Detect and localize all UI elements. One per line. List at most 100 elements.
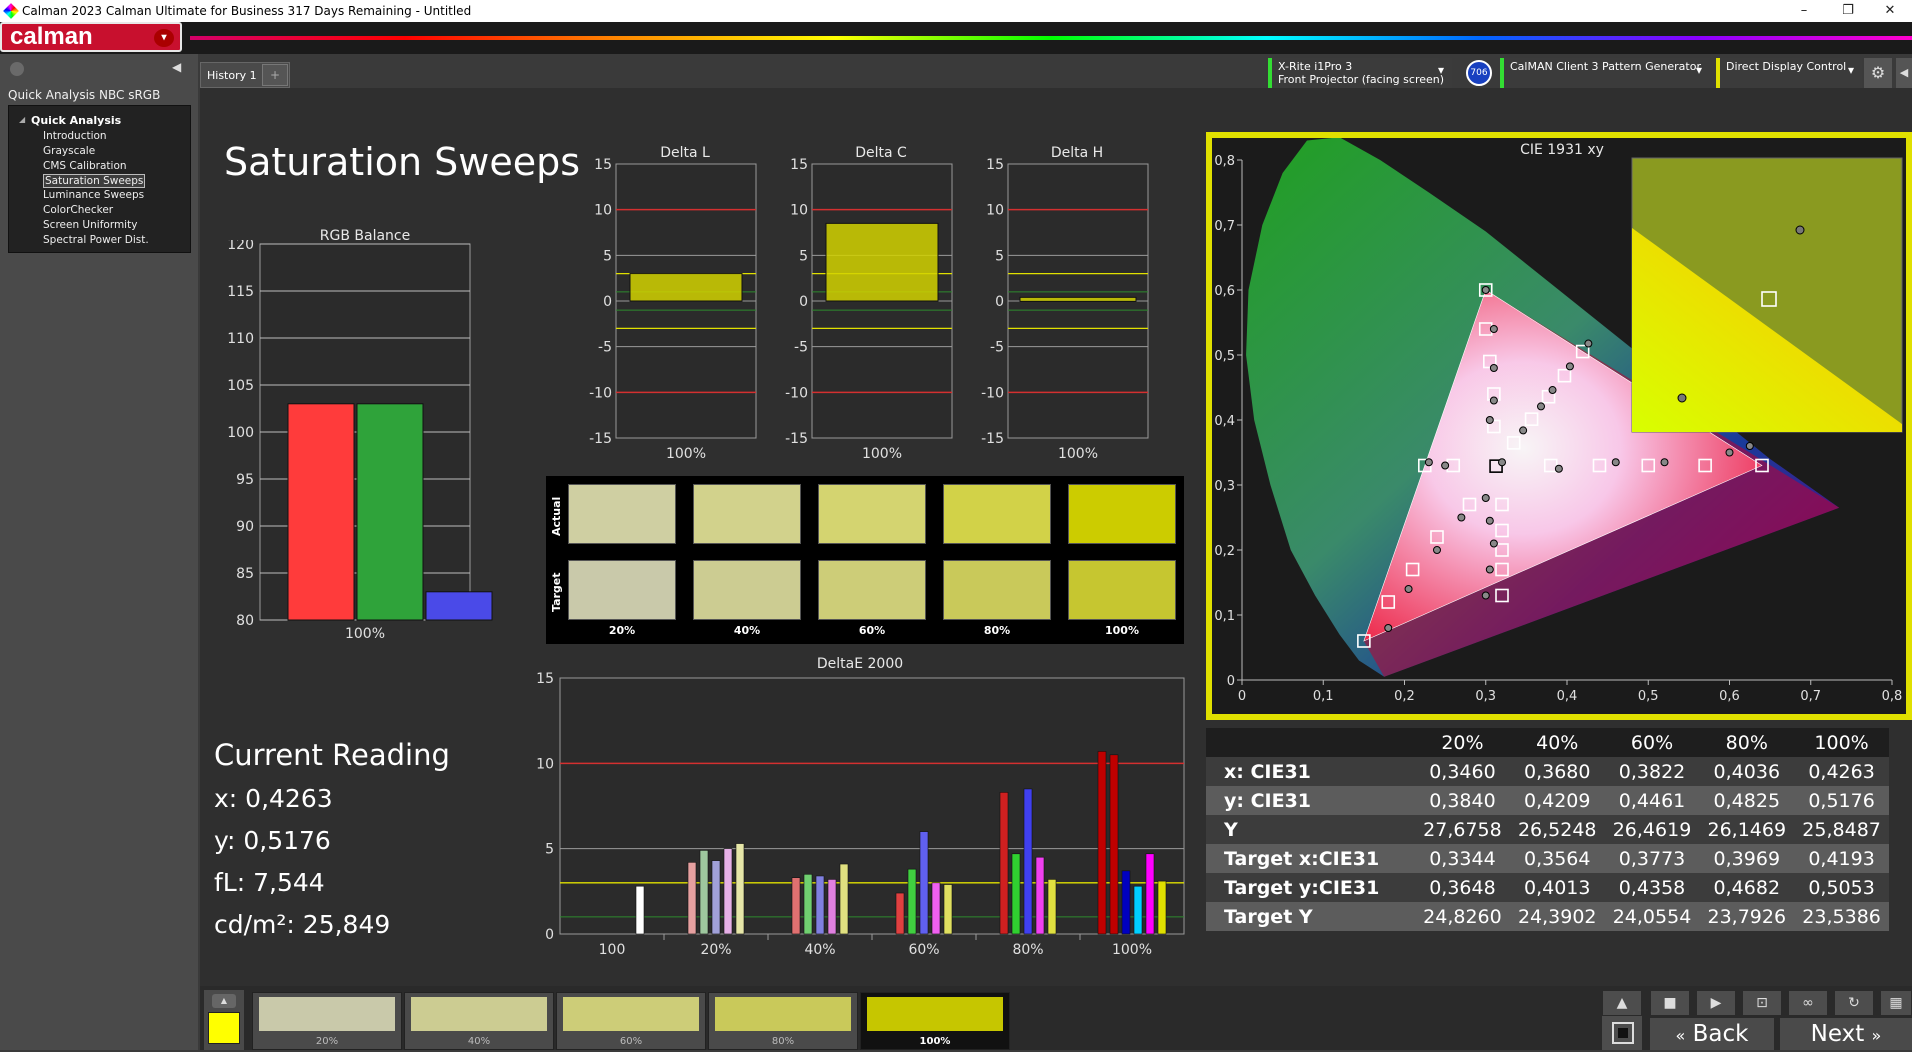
cie-x-tick: 0	[1238, 689, 1246, 704]
meter-selector[interactable]: X-Rite i1Pro 3 Front Projector (facing s…	[1268, 58, 1452, 88]
loop-icon[interactable]: ∞	[1788, 990, 1828, 1016]
cie-measured-point	[1548, 386, 1557, 395]
tree-item-luminance-sweeps[interactable]: Luminance Sweeps	[43, 189, 144, 201]
record-icon[interactable]: ⊡	[1742, 990, 1782, 1016]
close-button[interactable]: ✕	[1868, 0, 1912, 22]
delta-c-y-tick: 10	[790, 203, 808, 219]
settings-gear-icon[interactable]: ⚙	[1864, 58, 1892, 88]
collapse-up-icon[interactable]: ▲	[1602, 990, 1642, 1016]
table-cell: 0,3840	[1415, 786, 1510, 815]
cie-x-tick: 0,7	[1800, 689, 1821, 704]
pattern-dropdown-icon[interactable]: ▾	[1696, 64, 1702, 77]
refresh-icon[interactable]: ↻	[1834, 990, 1874, 1016]
deltae-bar	[699, 850, 709, 935]
deltae-bar	[1109, 754, 1119, 935]
delta-c-x-tick: 100%	[862, 446, 902, 462]
rgb-bar-blue	[425, 591, 493, 621]
tree-item-cms-calibration[interactable]: CMS Calibration	[43, 160, 127, 172]
tree-item-introduction[interactable]: Introduction	[43, 130, 107, 142]
swatch-actual	[818, 484, 926, 544]
calman-logo-text: calman	[10, 23, 93, 50]
swatch-label: 40%	[733, 624, 761, 637]
bottom-patch-tile[interactable]: 40%	[404, 992, 554, 1050]
table-cell: 24,0554	[1604, 902, 1700, 931]
display-dropdown-icon[interactable]: ▾	[1848, 64, 1854, 77]
cie-x-tick: 0,6	[1719, 689, 1740, 704]
back-button[interactable]: « Back	[1650, 1018, 1774, 1050]
deltae-plot-area	[559, 677, 1185, 935]
deltae-x-tick: 100	[599, 942, 626, 958]
delta-h-bar	[1019, 296, 1137, 302]
meter-dropdown-icon[interactable]: ▾	[1438, 64, 1444, 77]
tree-item-screen-uniformity[interactable]: Screen Uniformity	[43, 219, 137, 231]
cie-measured-point	[1481, 591, 1490, 600]
tree-item-grayscale[interactable]: Grayscale	[43, 145, 95, 157]
tree-item-spectral-power[interactable]: Spectral Power Dist.	[43, 234, 149, 246]
cie-measured-point	[1519, 426, 1528, 435]
cie-y-tick: 0	[1227, 674, 1235, 689]
deltae-bar	[999, 792, 1009, 935]
swatch-target	[693, 560, 801, 620]
cie-measured-point	[1611, 458, 1620, 467]
table-header-cell: 80%	[1699, 728, 1795, 757]
cie-measured-point	[1485, 416, 1494, 424]
pin-icon[interactable]	[10, 62, 24, 76]
restore-button[interactable]: ❐	[1826, 0, 1870, 22]
table-cell: 26,1469	[1699, 815, 1795, 844]
table-cell: 0,3460	[1415, 757, 1510, 786]
tree-root-quick-analysis[interactable]: Quick Analysis	[31, 114, 121, 127]
rgb-bar-red	[287, 403, 355, 621]
calman-logo-menu[interactable]: calman ▾	[0, 22, 182, 52]
deltae-bar	[687, 862, 697, 935]
stop-button[interactable]	[1602, 1016, 1642, 1050]
cie-measured-point	[1554, 464, 1563, 473]
pattern-generator-selector[interactable]: CalMAN Client 3 Pattern Generator ▾	[1500, 58, 1710, 88]
delta-l-bar	[629, 273, 743, 302]
rgb-balance-chart: 80 85 90 95 100 105 110 115 120 100%	[227, 240, 493, 642]
tree-expand-icon[interactable]: ◢	[19, 115, 25, 124]
display-control-selector[interactable]: Direct Display Control ▾	[1716, 58, 1862, 88]
bottom-patch-tile[interactable]: 100%	[860, 992, 1010, 1050]
logo-dropdown-icon[interactable]: ▾	[154, 29, 174, 47]
reading-cdm2: cd/m²: 25,849	[214, 910, 391, 939]
cie-y-tick: 0,3	[1214, 479, 1235, 494]
current-reading-panel: Current Reading x: 0,4263 y: 0,5176 fL: …	[214, 738, 450, 952]
bottom-patch-tile[interactable]: 20%	[252, 992, 402, 1050]
tree-item-colorchecker[interactable]: ColorChecker	[43, 204, 113, 216]
table-row: y: CIE31 0,3840 0,4209 0,4461 0,4825 0,5176	[1206, 786, 1889, 815]
add-tab-button[interactable]: +	[262, 64, 288, 86]
tree-item-saturation-sweeps[interactable]: Saturation Sweeps	[43, 174, 146, 188]
delta-c-chart: -15 -10 -5 0 5 10 15 100%	[785, 158, 953, 462]
target-color-tile[interactable]: ▲	[204, 990, 244, 1050]
meter-badge[interactable]: 706	[1466, 60, 1492, 86]
deltae-bar	[1047, 879, 1057, 935]
minimize-button[interactable]: –	[1782, 0, 1826, 22]
delta-l-y-tick: -5	[598, 340, 612, 356]
deltae-bar	[895, 892, 905, 935]
cie-y-tick: 0,4	[1214, 414, 1235, 429]
bottom-patch-tile[interactable]: 60%	[556, 992, 706, 1050]
bottom-patch-tile[interactable]: 80%	[708, 992, 858, 1050]
cie-inset-measured	[1677, 393, 1687, 403]
swatch-label: 60%	[858, 624, 886, 637]
target-color-up-icon[interactable]: ▲	[212, 994, 236, 1008]
play-measure-icon[interactable]: ▶	[1696, 990, 1736, 1016]
delta-c-y-tick: -15	[785, 431, 808, 447]
cie-measured-point	[1485, 516, 1494, 525]
delta-c-y-tick: -5	[794, 340, 808, 356]
cie-measured-point	[1481, 286, 1490, 294]
deltae-bar	[735, 843, 745, 935]
deltae-bar	[1157, 880, 1167, 935]
workflow-tree: ◢ Quick Analysis Introduction Grayscale …	[8, 105, 191, 253]
cie-measured-point	[1489, 539, 1498, 548]
cie-inset-measured	[1795, 225, 1805, 235]
delta-l-chart: -15 -10 -5 0 5 10 15 100%	[589, 158, 757, 462]
cie-measured-point	[1433, 546, 1441, 554]
next-button[interactable]: Next »	[1780, 1018, 1912, 1050]
swatch-target	[818, 560, 926, 620]
auto-icon[interactable]: ▦	[1880, 990, 1912, 1016]
stop-measure-icon[interactable]: ■	[1650, 990, 1690, 1016]
collapse-right-icon[interactable]: ◀	[1896, 58, 1912, 88]
collapse-sidebar-icon[interactable]: ◀	[172, 60, 181, 74]
delta-c-y-tick: 15	[790, 158, 808, 173]
